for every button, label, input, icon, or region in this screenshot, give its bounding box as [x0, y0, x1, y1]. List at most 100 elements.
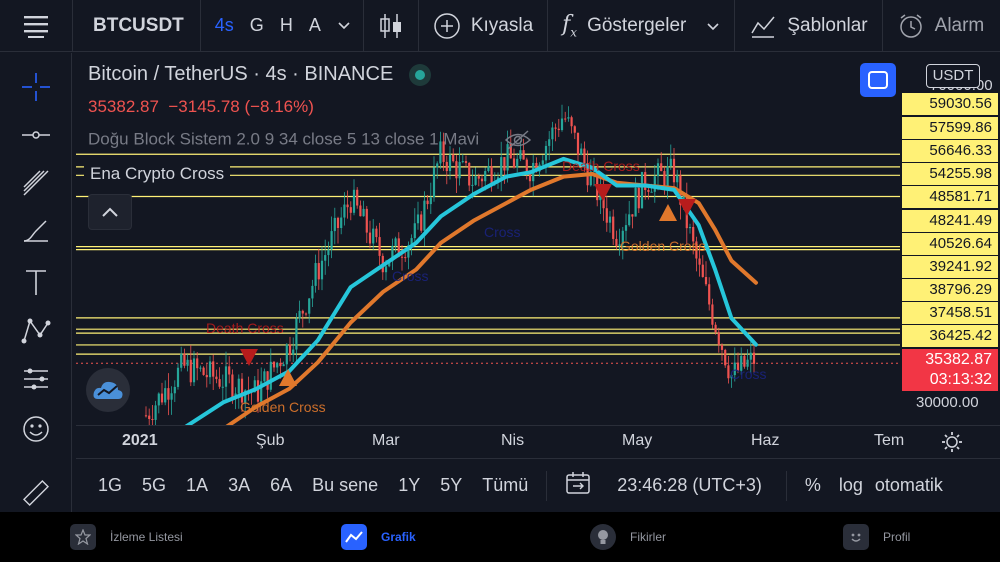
goto-date-icon[interactable]	[555, 471, 601, 500]
indicator-legend-2[interactable]: Ena Crypto Cross	[84, 162, 231, 186]
candle-body	[202, 367, 205, 375]
percent-scale-toggle[interactable]: %	[795, 475, 831, 496]
range-button[interactable]: 1G	[88, 475, 132, 496]
candle-body	[426, 200, 429, 205]
eye-hidden-icon[interactable]	[504, 129, 532, 151]
fullscreen-button[interactable]	[860, 63, 896, 97]
candle-body	[314, 263, 317, 286]
legend-price: 35382.87	[88, 97, 159, 116]
crosshair-icon[interactable]	[18, 69, 54, 105]
log-scale-toggle[interactable]: log	[831, 475, 871, 496]
candle-body	[573, 126, 576, 133]
interval-month[interactable]: A	[301, 15, 329, 36]
interval-week[interactable]: H	[272, 15, 301, 36]
candle-body	[218, 379, 221, 387]
candle-body	[471, 184, 474, 186]
range-button[interactable]: 5Y	[430, 475, 472, 496]
range-button[interactable]: 1Y	[388, 475, 430, 496]
fast-ma-line	[184, 156, 758, 425]
lightbulb-icon	[590, 524, 616, 550]
candle-body	[356, 189, 359, 206]
tradingview-logo[interactable]	[86, 368, 130, 412]
candle-body	[624, 225, 628, 231]
indicators-label: Göstergeler	[587, 14, 687, 36]
candle-body	[205, 374, 208, 378]
price-axis[interactable]: 70000.00 USDT 59030.56 57599.86 56646.33…	[900, 53, 1000, 425]
candle-body	[154, 405, 157, 420]
candle-body	[711, 304, 714, 325]
menu-icon[interactable]	[0, 0, 72, 52]
candle-body	[605, 208, 608, 223]
candle-body	[714, 324, 717, 333]
candle-body	[653, 176, 656, 192]
templates-button[interactable]: Şablonlar	[735, 0, 881, 52]
nav-watchlist[interactable]: İzleme Listesi	[70, 524, 183, 550]
settings-gear-icon[interactable]	[940, 430, 964, 459]
range-button[interactable]: 6A	[260, 475, 302, 496]
range-button[interactable]: 5G	[132, 475, 176, 496]
candle-body	[634, 187, 637, 217]
forecast-icon[interactable]	[18, 361, 54, 397]
emoji-icon[interactable]	[18, 411, 54, 447]
interval-dropdown-icon[interactable]	[329, 17, 363, 35]
alarm-button[interactable]: Alarm	[883, 0, 999, 52]
candle-body	[336, 217, 340, 228]
time-label: Haz	[751, 432, 780, 449]
candle-body	[343, 204, 346, 218]
candle-body	[282, 364, 285, 367]
range-button[interactable]: Tümü	[472, 475, 538, 496]
time-label: Nis	[501, 432, 525, 449]
chart-pane[interactable]: Death Cross Golden Cross Death Cross Golden…	[76, 53, 900, 425]
chart-type-button[interactable]	[364, 0, 418, 52]
candle-body	[404, 257, 407, 259]
symbol-search[interactable]: BTCUSDT	[73, 15, 200, 37]
candle-body	[512, 158, 516, 168]
range-button[interactable]: 3A	[218, 475, 260, 496]
pattern-icon[interactable]	[18, 313, 54, 349]
candle-body	[215, 376, 218, 380]
interval-4h[interactable]: 4s	[201, 15, 242, 36]
candle-body	[372, 228, 375, 244]
nav-profile[interactable]: Profil	[843, 524, 910, 550]
compare-button[interactable]: Kıyasla	[419, 0, 547, 52]
candle-body	[164, 388, 167, 403]
candle-body	[276, 362, 279, 368]
nav-ideas[interactable]: Fikirler	[590, 524, 666, 550]
level-label: 48581.71	[902, 186, 998, 208]
indicator-legend-1[interactable]: Doğu Block Sistem 2.0 9 34 close 5 13 cl…	[88, 129, 532, 151]
auto-scale-toggle[interactable]: otomatik	[871, 475, 947, 496]
candle-body	[349, 207, 352, 213]
candle-body	[557, 128, 560, 131]
time-label: May	[622, 432, 653, 449]
indicators-button[interactable]: fx Göstergeler	[548, 0, 734, 52]
candle-body	[487, 166, 490, 172]
candle-body	[436, 163, 439, 168]
candle-body	[554, 127, 557, 129]
text-tool-icon[interactable]	[18, 265, 54, 301]
trend-lines-icon[interactable]	[18, 165, 54, 201]
time-axis[interactable]: 2021 Şub Mar Nis May Haz Tem	[76, 425, 1000, 457]
ruler-icon[interactable]	[18, 475, 54, 511]
candle-body	[672, 158, 676, 183]
collapse-legend-button[interactable]	[88, 194, 132, 230]
candle-body	[333, 217, 336, 232]
candle-body	[720, 344, 724, 350]
candle-body	[647, 189, 650, 192]
smiley-icon	[843, 524, 869, 550]
range-button[interactable]: 1A	[176, 475, 218, 496]
range-button[interactable]: Bu sene	[302, 475, 388, 496]
nav-chart[interactable]: Grafik	[341, 524, 416, 550]
interval-day[interactable]: G	[242, 15, 272, 36]
candle-body	[701, 264, 704, 278]
candle-body	[144, 415, 148, 417]
level-label: 56646.33	[902, 140, 998, 162]
brush-icon[interactable]	[18, 213, 54, 249]
candle-body	[458, 161, 461, 179]
currency-badge[interactable]: USDT	[926, 64, 980, 88]
candle-body	[228, 366, 231, 375]
horizontal-line-icon[interactable]	[18, 117, 54, 153]
timezone-clock[interactable]: 23:46:28 (UTC+3)	[601, 475, 772, 496]
candle-body	[464, 161, 468, 163]
candle-body	[503, 157, 506, 171]
candle-body	[292, 349, 295, 355]
